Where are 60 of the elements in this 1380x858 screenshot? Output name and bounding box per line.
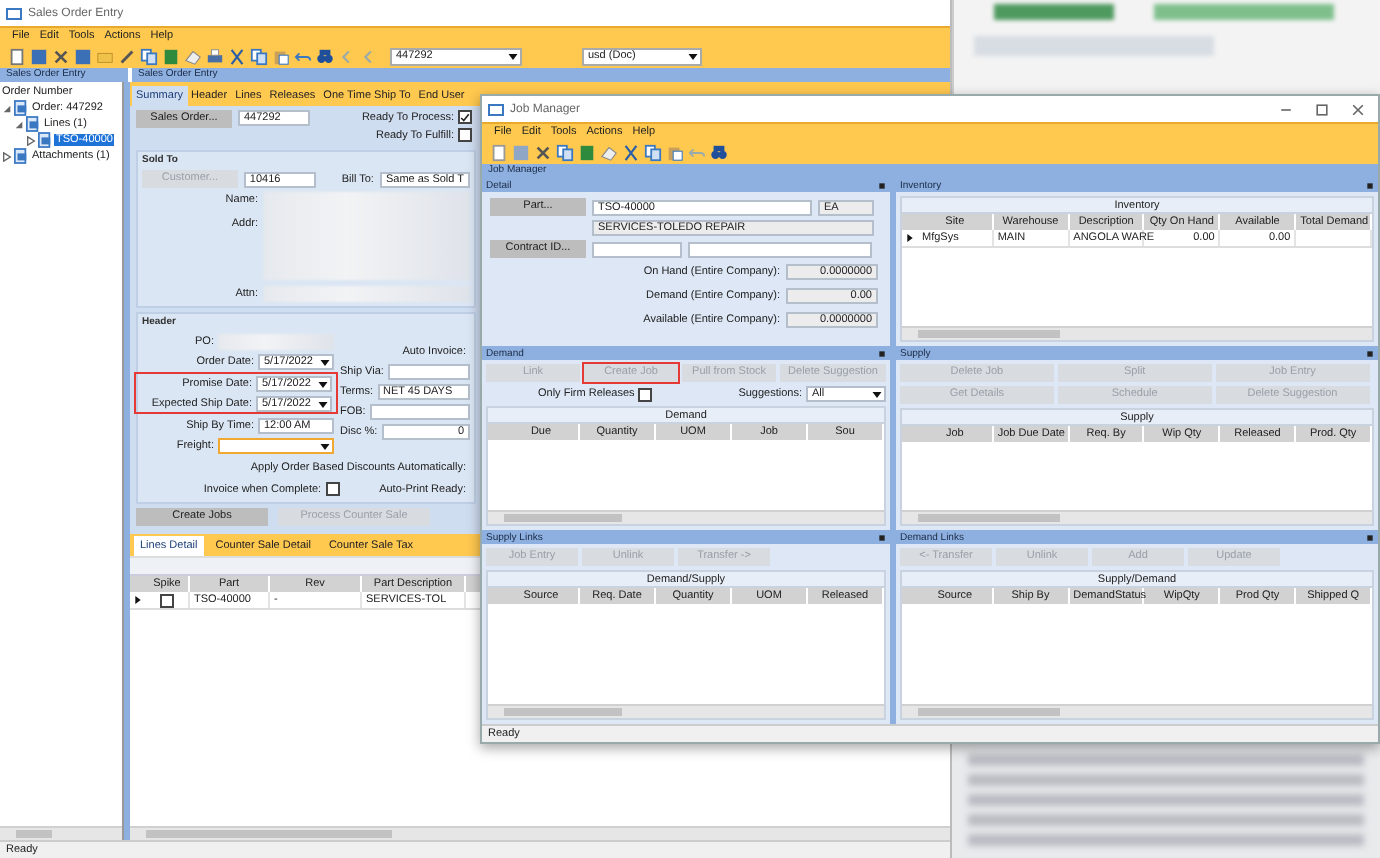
spreadsheet-icon[interactable] <box>162 47 180 65</box>
dropdown-icon <box>872 392 882 398</box>
ship-via-field[interactable] <box>387 363 470 379</box>
save-icon[interactable] <box>30 47 48 65</box>
copy-icon[interactable] <box>556 143 574 161</box>
dropdown-icon <box>318 381 328 387</box>
pin-icon[interactable] <box>1366 181 1374 189</box>
pin-icon[interactable] <box>1366 349 1374 357</box>
tree-arrow-icon[interactable] <box>2 103 12 113</box>
copy-icon[interactable] <box>644 143 662 161</box>
fob-field[interactable] <box>369 403 470 419</box>
clipboard-icon[interactable] <box>666 143 684 161</box>
tree-arrow-icon[interactable] <box>2 151 12 161</box>
checkbox[interactable] <box>458 110 472 124</box>
search-icon[interactable] <box>316 47 334 65</box>
row-pointer-icon <box>134 596 142 604</box>
tree-arrow-icon[interactable] <box>14 119 24 129</box>
app-icon <box>488 101 504 117</box>
pin-icon[interactable] <box>878 533 886 541</box>
dropdown-icon <box>318 401 328 407</box>
contract-description-field[interactable] <box>688 241 872 257</box>
delete-icon[interactable] <box>534 143 552 161</box>
dropdown-icon <box>320 359 330 365</box>
pin-icon[interactable] <box>878 181 886 189</box>
app-icon <box>6 5 22 21</box>
maximize-icon[interactable] <box>1314 101 1330 117</box>
row-pointer-icon <box>906 234 914 242</box>
dropdown-icon <box>508 53 518 59</box>
pencil-icon[interactable] <box>118 47 136 65</box>
horizontal-scrollbar[interactable] <box>902 326 1372 340</box>
close-icon[interactable] <box>1350 101 1366 117</box>
checkbox[interactable] <box>325 482 340 496</box>
scissors-icon[interactable] <box>228 47 246 65</box>
delete-icon[interactable] <box>52 47 70 65</box>
scissors-icon[interactable] <box>622 143 640 161</box>
checkbox[interactable] <box>458 128 472 142</box>
horizontal-scrollbar[interactable] <box>902 510 1372 524</box>
dropdown-icon <box>320 443 330 449</box>
pin-icon[interactable] <box>878 349 886 357</box>
clipboard-icon[interactable] <box>272 47 290 65</box>
tree-arrow-icon[interactable] <box>26 135 36 145</box>
horizontal-scrollbar[interactable] <box>902 704 1372 718</box>
checkbox[interactable] <box>160 593 174 607</box>
copy-icon[interactable] <box>250 47 268 65</box>
save-icon[interactable] <box>74 47 92 65</box>
copy-icon[interactable] <box>140 47 158 65</box>
horizontal-scrollbar[interactable] <box>488 704 884 718</box>
printer-icon[interactable] <box>206 47 224 65</box>
document-icon[interactable] <box>8 47 26 65</box>
spreadsheet-icon[interactable] <box>578 143 596 161</box>
dropdown-icon <box>688 53 698 59</box>
contract-id-field[interactable] <box>592 241 682 257</box>
pin-icon[interactable] <box>1366 533 1374 541</box>
document-icon[interactable] <box>490 143 508 161</box>
horizontal-scrollbar[interactable] <box>0 826 122 840</box>
horizontal-scrollbar[interactable] <box>130 826 950 840</box>
horizontal-scrollbar[interactable] <box>488 510 884 524</box>
checkbox[interactable] <box>638 387 653 401</box>
undo-icon[interactable] <box>294 47 312 65</box>
search-icon[interactable] <box>710 143 728 161</box>
